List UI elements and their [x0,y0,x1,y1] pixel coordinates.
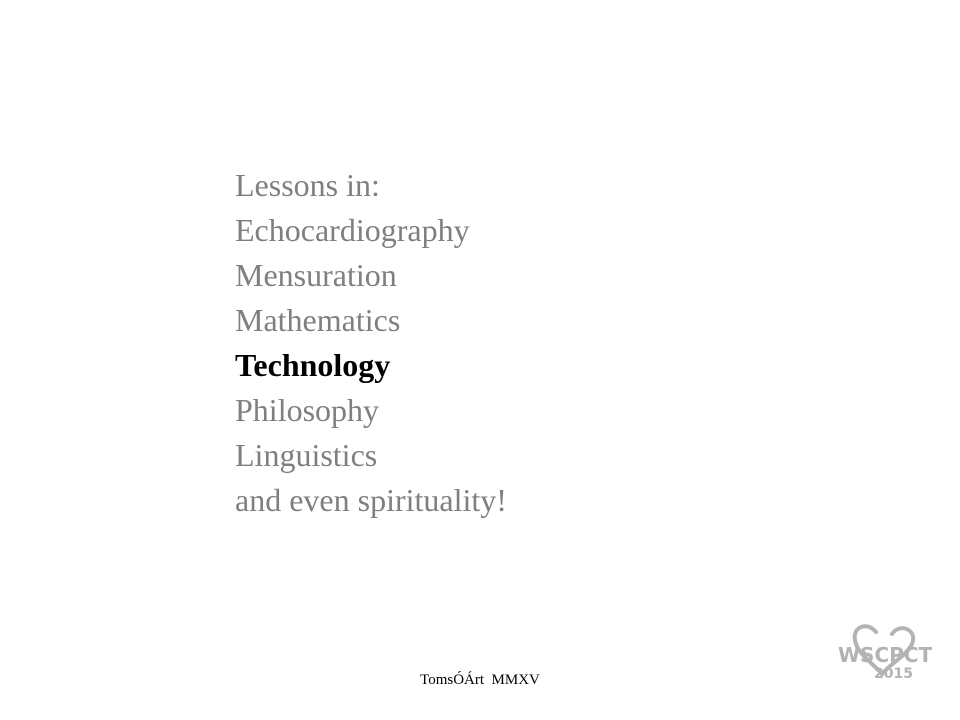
logo-text: WSCPCT [838,643,932,667]
lesson-item-philosophy: Philosophy [235,392,380,428]
lesson-item-mathematics: Mathematics [235,302,401,338]
lesson-list: Lessons in: Echocardiography Mensuration… [235,163,507,523]
lesson-item-technology-highlighted: Technology [235,347,391,383]
lesson-item-linguistics: Linguistics [235,437,378,473]
lesson-heading: Lessons in: [235,167,380,203]
lesson-item-echocardiography: Echocardiography [235,212,470,248]
wscpct-logo: WSCPCT 2015 [838,624,932,682]
footer-credit: TomsÓÁrt MMXV [420,672,540,688]
slide: Lessons in: Echocardiography Mensuration… [0,0,960,720]
lesson-item-mensuration: Mensuration [235,257,397,293]
logo-year: 2015 [874,666,913,682]
lesson-item-spirituality: and even spirituality! [235,482,507,518]
